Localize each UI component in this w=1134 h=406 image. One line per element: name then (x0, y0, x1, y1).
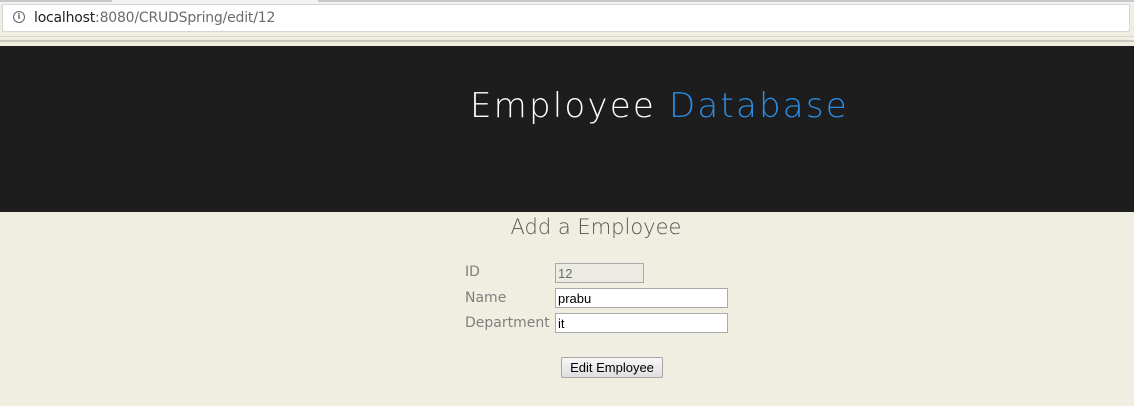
id-field[interactable] (555, 263, 644, 283)
divider (0, 36, 1134, 37)
name-label: Name (465, 290, 507, 306)
divider (0, 40, 1134, 42)
name-field[interactable] (555, 288, 728, 308)
id-label: ID (465, 264, 480, 280)
url-host: localhost (34, 10, 96, 26)
address-bar[interactable]: i localhost:8080/CRUDSpring/edit/12 (2, 4, 1130, 32)
edit-employee-button[interactable]: Edit Employee (561, 357, 663, 378)
site-title: Employee Database (470, 86, 849, 126)
url-path: :8080/CRUDSpring/edit/12 (95, 10, 276, 26)
tab-edge (318, 0, 1134, 2)
site-title-accent: Database (669, 86, 849, 126)
url-text[interactable]: localhost:8080/CRUDSpring/edit/12 (34, 10, 275, 26)
site-title-main: Employee (470, 86, 656, 126)
info-icon[interactable]: i (13, 11, 25, 23)
browser-chrome-bottom (0, 32, 1134, 46)
form-heading: Add a Employee (510, 215, 682, 239)
tab-edge (0, 0, 112, 2)
department-field[interactable] (555, 313, 728, 333)
department-label: Department (465, 315, 550, 331)
site-header: Employee Database (0, 46, 1134, 212)
